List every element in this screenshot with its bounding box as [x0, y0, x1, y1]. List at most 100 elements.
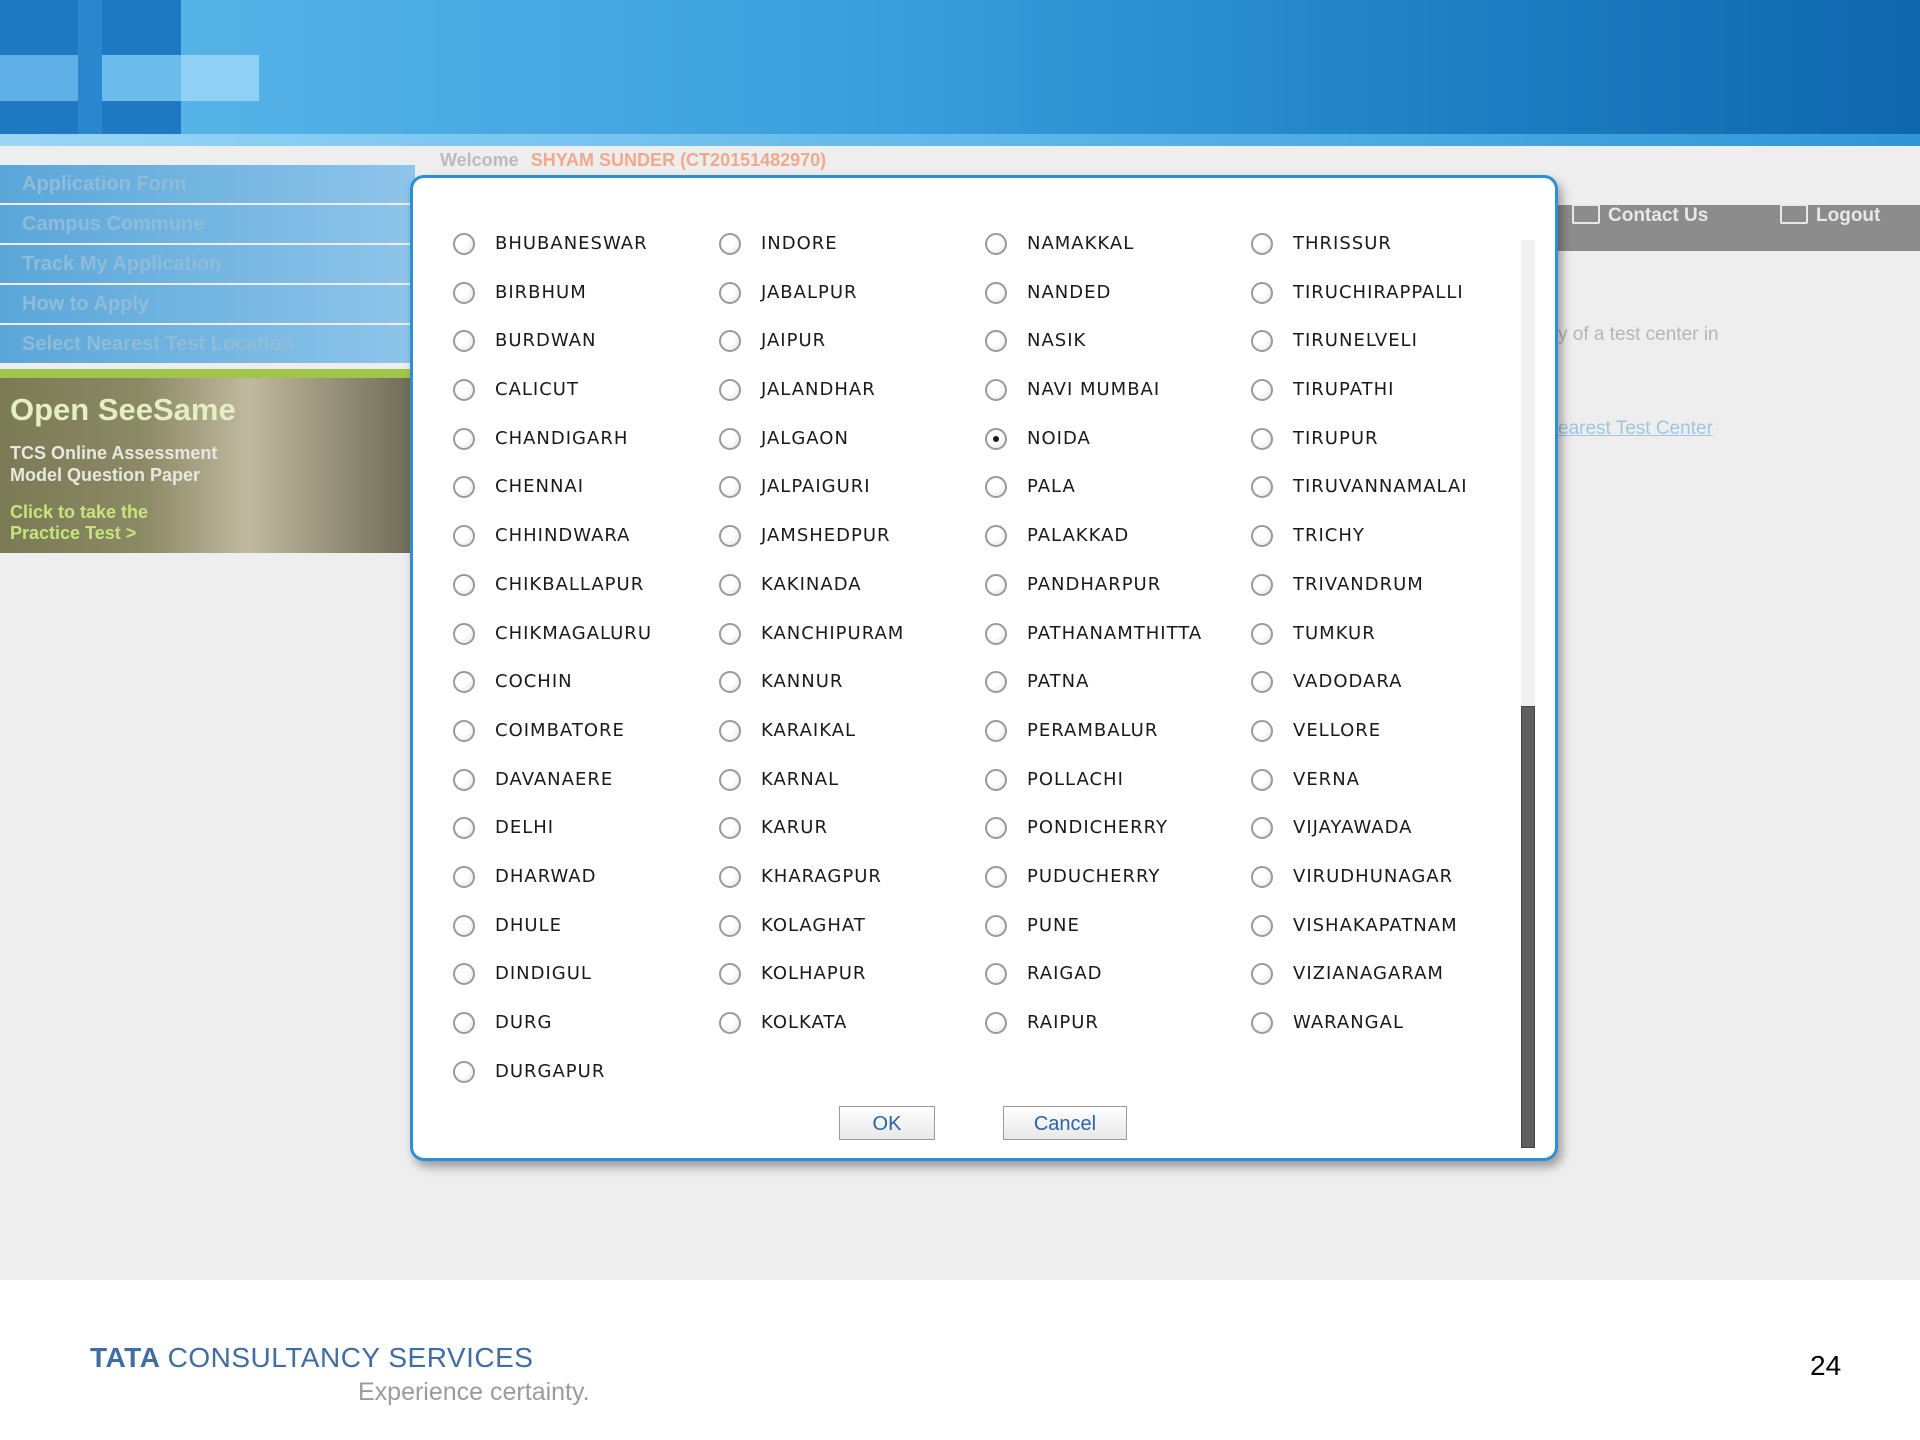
nav-item-campus-commune[interactable]: Campus Commune	[0, 205, 415, 243]
radio-button[interactable]	[453, 671, 475, 694]
practice-test-promo[interactable]: Open SeeSame TCS Online Assessment Model…	[0, 378, 415, 553]
location-label: NAMAKKAL	[1027, 233, 1135, 254]
location-label: DHARWAD	[495, 865, 597, 887]
location-label: TIRUPATHI	[1293, 379, 1395, 401]
header-banner	[0, 0, 1920, 146]
radio-button[interactable]	[719, 427, 741, 450]
radio-button[interactable]	[719, 330, 741, 353]
background-link[interactable]: earest Test Center	[1558, 418, 1713, 440]
radio-button[interactable]	[453, 233, 475, 255]
radio-button[interactable]	[719, 719, 741, 742]
radio-button[interactable]	[1251, 525, 1273, 548]
radio-button[interactable]	[719, 671, 741, 694]
radio-button[interactable]	[985, 233, 1007, 255]
radio-button[interactable]	[985, 671, 1007, 694]
radio-button[interactable]	[1251, 330, 1273, 353]
contact-card-icon	[1572, 203, 1600, 224]
nav-item-how-to-apply[interactable]: How to Apply	[0, 285, 415, 323]
radio-button[interactable]	[1251, 622, 1273, 645]
radio-button[interactable]	[1251, 963, 1273, 986]
radio-button[interactable]	[453, 1060, 475, 1083]
logout-button[interactable]: Logout	[1780, 203, 1880, 251]
radio-button[interactable]	[985, 525, 1007, 548]
location-label: CHIKMAGALURU	[495, 622, 652, 644]
radio-button[interactable]	[453, 379, 475, 402]
radio-button[interactable]	[1251, 476, 1273, 499]
radio-button[interactable]	[985, 573, 1007, 596]
brand-rest: CONSULTANCY SERVICES	[167, 1342, 534, 1373]
radio-button[interactable]	[719, 379, 741, 402]
nav-item-select-nearest-test-location[interactable]: Select Nearest Test Location	[0, 325, 415, 363]
radio-button[interactable]	[453, 768, 475, 791]
radio-button[interactable]	[719, 622, 741, 645]
dialog-scrollbar[interactable]	[1521, 240, 1535, 1148]
radio-button[interactable]	[1251, 281, 1273, 304]
radio-button[interactable]	[985, 330, 1007, 353]
radio-button[interactable]	[1251, 1012, 1273, 1034]
radio-button[interactable]	[719, 525, 741, 548]
radio-button[interactable]	[719, 817, 741, 840]
banner-square	[78, 0, 102, 134]
radio-button[interactable]	[985, 1012, 1007, 1034]
radio-button[interactable]	[1251, 768, 1273, 791]
scrollbar-thumb[interactable]	[1521, 706, 1535, 1148]
radio-button[interactable]	[719, 281, 741, 304]
nav-item-application-form[interactable]: Application Form	[0, 165, 415, 203]
radio-button[interactable]	[719, 768, 741, 791]
radio-button[interactable]	[985, 379, 1007, 402]
radio-button[interactable]	[985, 719, 1007, 742]
radio-button[interactable]	[719, 914, 741, 937]
radio-button[interactable]	[453, 330, 475, 353]
radio-button[interactable]	[453, 476, 475, 499]
radio-button[interactable]	[453, 427, 475, 450]
radio-button[interactable]	[985, 768, 1007, 791]
radio-button[interactable]	[985, 622, 1007, 645]
radio-button[interactable]	[985, 281, 1007, 304]
radio-button[interactable]	[719, 233, 741, 255]
radio-button[interactable]	[985, 427, 1007, 450]
brand-tagline: Experience certainty.	[358, 1378, 590, 1406]
radio-button[interactable]	[719, 963, 741, 986]
radio-button[interactable]	[453, 573, 475, 596]
radio-button[interactable]	[719, 865, 741, 888]
radio-button[interactable]	[719, 476, 741, 499]
radio-button[interactable]	[453, 963, 475, 986]
radio-button[interactable]	[453, 719, 475, 742]
radio-button[interactable]	[1251, 865, 1273, 888]
radio-button[interactable]	[985, 914, 1007, 937]
radio-button[interactable]	[1251, 427, 1273, 450]
radio-button[interactable]	[985, 963, 1007, 986]
radio-button[interactable]	[453, 817, 475, 840]
location-label: VADODARA	[1293, 671, 1403, 693]
radio-button[interactable]	[453, 914, 475, 937]
location-label: VIRUDHUNAGAR	[1293, 865, 1454, 887]
radio-button[interactable]	[453, 865, 475, 888]
radio-button[interactable]	[719, 573, 741, 596]
radio-button[interactable]	[453, 1012, 475, 1034]
radio-button[interactable]	[453, 281, 475, 304]
radio-button[interactable]	[1251, 573, 1273, 596]
ok-button[interactable]: OK	[839, 1106, 935, 1140]
radio-button[interactable]	[985, 865, 1007, 888]
radio-button[interactable]	[453, 622, 475, 645]
radio-button[interactable]	[1251, 671, 1273, 694]
nav-item-track-my-application[interactable]: Track My Application	[0, 245, 415, 283]
location-label: DAVANAERE	[495, 768, 614, 790]
radio-button[interactable]	[1251, 233, 1273, 255]
location-label: KOLAGHAT	[761, 914, 866, 936]
radio-button[interactable]	[1251, 817, 1273, 840]
radio-button[interactable]	[1251, 719, 1273, 742]
location-label: TIRUCHIRAPPALLI	[1293, 281, 1464, 303]
radio-button[interactable]	[1251, 914, 1273, 937]
radio-button[interactable]	[453, 525, 475, 548]
radio-button[interactable]	[985, 476, 1007, 499]
cancel-button[interactable]: Cancel	[1003, 1106, 1127, 1140]
location-label: KOLKATA	[761, 1012, 848, 1033]
contact-us-button[interactable]: Contact Us	[1572, 203, 1708, 251]
promo-cta-link[interactable]: Click to take the Practice Test >	[10, 502, 210, 544]
location-label: CHANDIGARH	[495, 427, 629, 449]
location-label: CHENNAI	[495, 476, 585, 498]
radio-button[interactable]	[1251, 379, 1273, 402]
radio-button[interactable]	[985, 817, 1007, 840]
radio-button[interactable]	[719, 1012, 741, 1034]
